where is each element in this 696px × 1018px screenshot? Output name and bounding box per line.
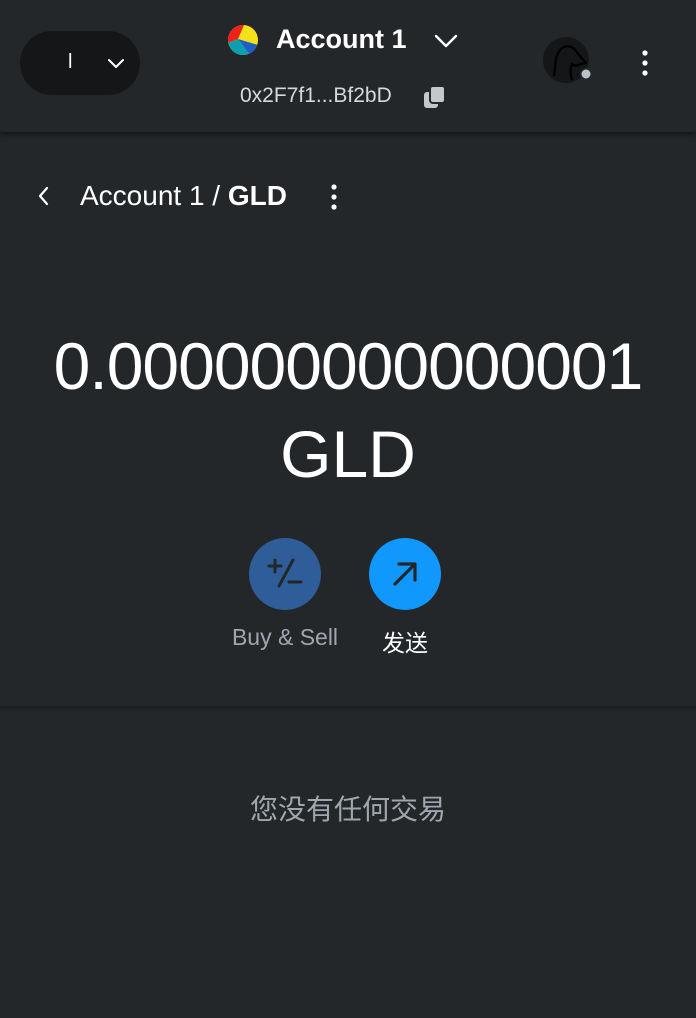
arrow-up-right-icon [393,562,417,586]
buy-sell-label: Buy & Sell [231,624,339,650]
send-label: 发送 [382,630,428,656]
kebab-menu-icon[interactable] [630,48,660,78]
chevron-down-icon [434,34,458,48]
plus-minus-icon [267,558,303,588]
buy-sell-button[interactable]: Buy & Sell [215,538,355,651]
profile-avatar-icon[interactable] [542,36,592,86]
divider [0,706,696,712]
transactions-empty-message: 您没有任何交易 [249,793,446,826]
account-name: Account 1 [276,24,407,54]
chevron-down-icon [108,59,124,68]
account-address: 0x2F7f1...Bf2bD [240,84,392,107]
token-symbol: GLD [280,417,416,491]
app-header: l Account 1 0x2F7f1...Bf2bD [0,0,696,132]
send-circle[interactable] [369,538,441,610]
asset-overview: Account 1 / GLD 0.000000000000001 GLD Bu… [0,132,696,708]
network-initial: l [68,51,73,73]
network-picker[interactable]: l [20,31,140,95]
token-balance: 0.000000000000001 [53,329,644,403]
buy-sell-circle[interactable] [249,538,321,610]
send-button[interactable]: 发送 [335,538,475,658]
breadcrumb-token: GLD [227,180,287,211]
copy-icon [424,85,446,108]
account-jazzicon [228,25,258,55]
breadcrumb-account: Account 1 / [80,180,228,211]
breadcrumb: Account 1 / GLD [80,180,287,212]
chevron-left-icon[interactable] [32,184,56,208]
kebab-menu-icon[interactable] [320,182,348,212]
